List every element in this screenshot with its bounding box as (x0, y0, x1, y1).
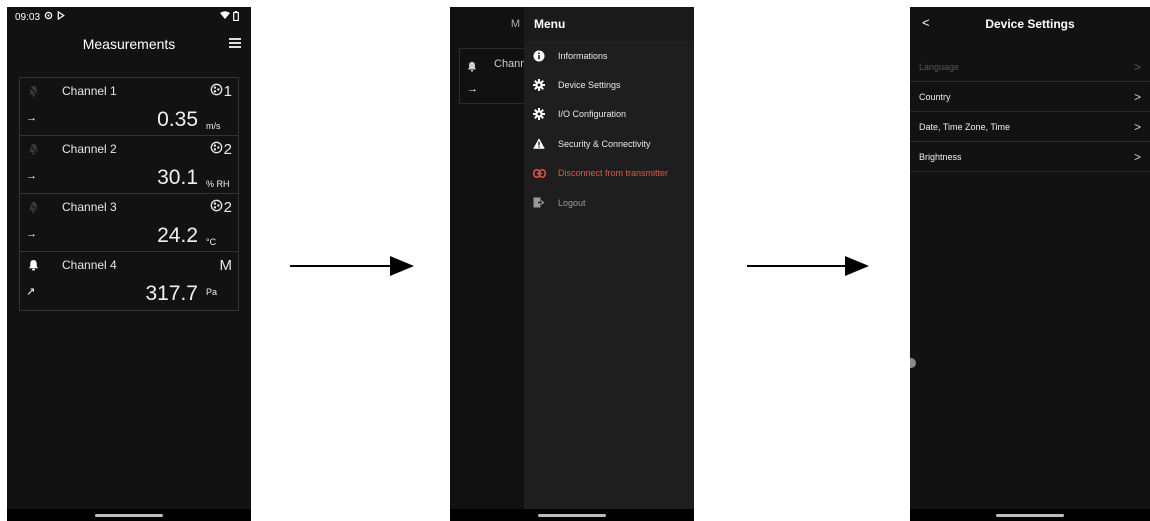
channel-source: 1 (210, 83, 232, 100)
channel-name: Chann (494, 58, 527, 70)
probe-icon (210, 141, 223, 158)
setting-label: Date, Time Zone, Time (919, 121, 1011, 132)
channel-source-number: M (219, 256, 233, 274)
channel-card[interactable]: Channel 4 M ↗ 317.7 Pa (20, 252, 238, 310)
setting-brightness[interactable]: Brightness > (910, 142, 1150, 172)
status-bar: 09:03 (7, 7, 251, 27)
home-gesture-bar[interactable] (95, 514, 163, 517)
channel-source: M (220, 257, 233, 274)
trend-arrow-icon: → (26, 170, 37, 182)
home-gesture-bar[interactable] (538, 514, 606, 517)
app-header: Measurements (7, 27, 251, 61)
chevron-right-icon: > (1133, 149, 1141, 164)
battery-icon (233, 10, 239, 24)
bell-icon (26, 258, 40, 272)
channel-source-number: 1 (223, 82, 232, 100)
edge-handle[interactable] (910, 358, 916, 368)
menu-item-logout[interactable]: Logout (524, 188, 694, 217)
hamburger-menu-icon[interactable] (229, 36, 241, 50)
phone-measurements-screen: 09:03 Measurements Channel 1 1 → 0.35 m/… (7, 7, 251, 521)
play-status-icon (57, 10, 65, 23)
channel-card: Chann → (459, 48, 529, 104)
setting-label: Brightness (919, 151, 962, 162)
menu-item-label: Logout (558, 197, 586, 208)
navigation-drawer: Menu Informations Device Settings I/O Co… (524, 7, 694, 521)
settings-status-icon (44, 11, 53, 23)
chevron-right-icon: > (1133, 119, 1141, 134)
channel-value: 317.7 (145, 282, 198, 305)
page-title: Measurements (82, 36, 176, 52)
bell-off-icon (26, 200, 40, 214)
menu-item-label: Device Settings (558, 80, 621, 91)
bell-icon (467, 59, 477, 77)
flow-arrow (747, 256, 869, 276)
app-header: < Device Settings (910, 7, 1150, 40)
channel-source: 2 (210, 199, 232, 216)
gear-icon (532, 78, 546, 92)
setting-label: Country (919, 91, 951, 102)
phone-device-settings-screen: < Device Settings Language > Country > D… (910, 7, 1150, 521)
channel-value: 24.2 (157, 224, 198, 247)
status-time: 09:03 (15, 11, 41, 23)
chevron-right-icon: > (1133, 59, 1141, 74)
setting-label: Language (919, 61, 960, 72)
warning-icon (532, 137, 546, 151)
menu-item-informations[interactable]: Informations (524, 41, 694, 70)
channel-unit: °C (206, 237, 217, 247)
channel-source-number: 2 (223, 140, 232, 158)
info-icon (532, 49, 546, 63)
menu-item-security-connectivity[interactable]: Security & Connectivity (524, 129, 694, 158)
settings-list: Language > Country > Date, Time Zone, Ti… (910, 52, 1150, 172)
channel-name: Channel 3 (62, 200, 117, 214)
channel-name: Channel 2 (62, 142, 117, 156)
menu-item-label: I/O Configuration (558, 109, 627, 120)
menu-item-label: Security & Connectivity (558, 138, 651, 149)
channel-list: Channel 1 1 → 0.35 m/s Channel 2 2 → 30.… (19, 77, 239, 311)
flow-arrow (290, 256, 414, 276)
wifi-icon (220, 11, 230, 23)
channel-name: Channel 4 (62, 258, 117, 272)
logout-icon (532, 196, 546, 210)
channel-card[interactable]: Channel 1 1 → 0.35 m/s (20, 78, 238, 136)
channel-source-number: 2 (223, 198, 232, 216)
page-title: M (510, 18, 520, 30)
menu-item-label: Informations (558, 50, 608, 61)
background-measurements-screen: M Chann → (450, 7, 529, 521)
tutorial-stage: 09:03 Measurements Channel 1 1 → 0.35 m/… (0, 0, 1150, 521)
link-icon (532, 166, 546, 180)
channel-unit: Pa (206, 286, 218, 297)
trend-arrow-icon: ↗ (26, 286, 36, 298)
channel-value: 30.1 (157, 166, 198, 189)
chevron-right-icon: > (1133, 89, 1141, 104)
bell-off-icon (26, 84, 40, 98)
menu-item-device-settings[interactable]: Device Settings (524, 70, 694, 99)
home-gesture-bar[interactable] (996, 514, 1064, 517)
probe-icon (210, 199, 223, 216)
probe-icon (210, 83, 223, 100)
channel-card[interactable]: Channel 3 2 → 24.2 °C (20, 194, 238, 252)
channel-unit: m/s (206, 121, 221, 131)
channel-name: Channel 1 (62, 84, 117, 98)
page-title: Device Settings (985, 16, 1075, 31)
menu-item-disconnect[interactable]: Disconnect from transmitter (524, 159, 694, 188)
trend-arrow-icon: → (26, 112, 37, 124)
menu-item-label: Disconnect from transmitter (558, 168, 669, 179)
setting-country[interactable]: Country > (910, 82, 1150, 112)
channel-source: 2 (210, 141, 232, 158)
drawer-title: Menu (524, 7, 694, 41)
phone-menu-screen: M Chann → Menu Informations Device Setti… (450, 7, 694, 521)
channel-value: 0.35 (157, 108, 198, 131)
trend-arrow-icon: → (467, 83, 478, 95)
setting-date-time[interactable]: Date, Time Zone, Time > (910, 112, 1150, 142)
channel-unit: % RH (206, 179, 230, 189)
setting-language[interactable]: Language > (910, 52, 1150, 82)
trend-arrow-icon: → (26, 228, 37, 240)
menu-item-io-configuration[interactable]: I/O Configuration (524, 100, 694, 129)
back-button[interactable]: < (922, 15, 930, 30)
bell-off-icon (26, 142, 40, 156)
channel-card[interactable]: Channel 2 2 → 30.1 % RH (20, 136, 238, 194)
gear-icon (532, 107, 546, 121)
